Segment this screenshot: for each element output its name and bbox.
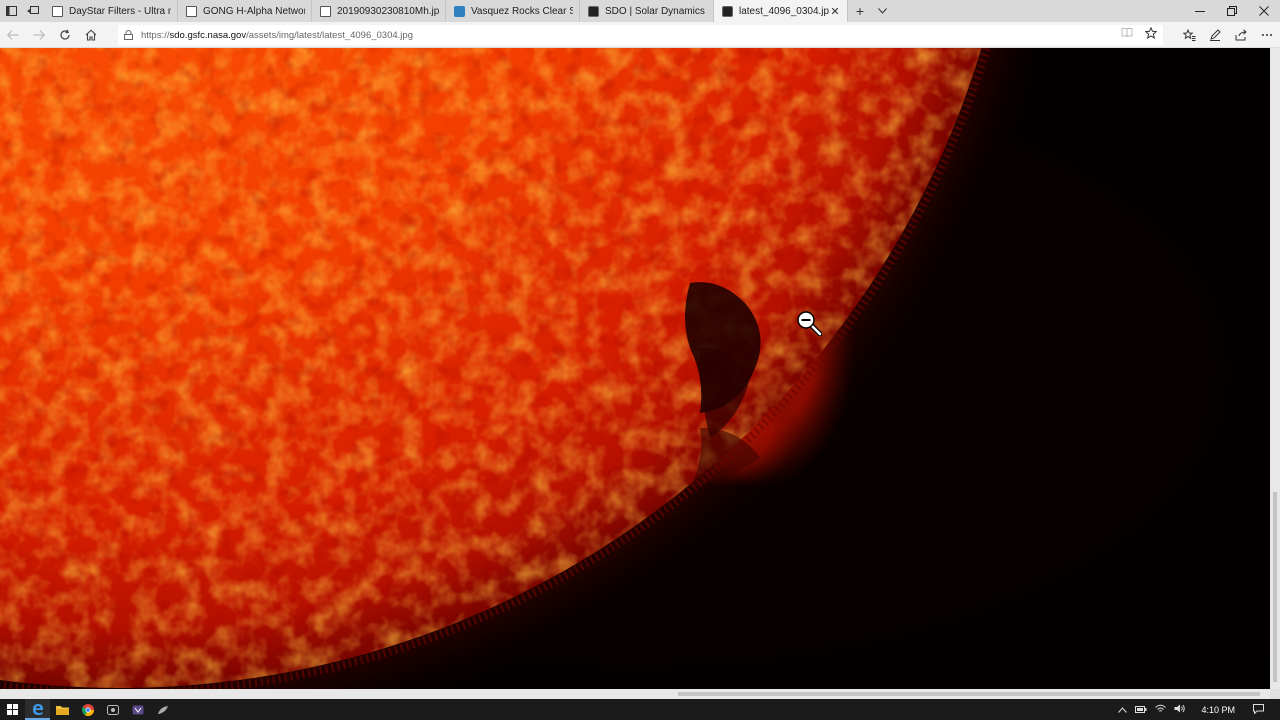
tab-title: 20190930230810Mh.jpg [337,5,439,17]
zoom-out-cursor-icon [796,310,823,337]
home-icon[interactable] [78,22,104,48]
taskbar-clock[interactable]: 4:10 PM [1201,705,1235,715]
app-icon-purple[interactable] [125,699,150,720]
pen-annotate-icon[interactable] [1202,22,1228,48]
wifi-icon[interactable] [1155,704,1167,715]
horizontal-scroll-thumb[interactable] [678,692,1260,696]
vertical-scrollbar[interactable] [1270,48,1280,689]
address-bar-actions [1121,26,1158,42]
battery-power-icon[interactable] [1135,705,1147,715]
toolbar-right [1176,22,1280,48]
restore-icon[interactable] [1216,0,1248,22]
tab-daystar[interactable]: DayStar Filters - Ultra narro [44,0,178,22]
tab-gong-image[interactable]: 20190930230810Mh.jpg [312,0,446,22]
solar-image[interactable] [0,48,1270,689]
new-tab-icon[interactable]: + [848,0,872,22]
close-window-icon[interactable] [1248,0,1280,22]
sdo-icon [588,5,599,17]
volume-icon[interactable] [1174,704,1186,715]
tab-menu-icon[interactable] [0,0,22,22]
share-icon[interactable] [1228,22,1254,48]
page-icon [186,5,197,17]
set-aside-tabs-icon[interactable] [22,0,44,22]
show-hidden-icons-chevron-icon[interactable] [1118,705,1128,715]
address-bar[interactable]: https://sdo.gsfc.nasa.gov/assets/img/lat… [118,25,1163,45]
favorite-star-icon[interactable] [1144,26,1158,42]
lock-icon[interactable] [124,30,133,40]
tab-title: latest_4096_0304.jpg [739,5,829,17]
favorites-hub-icon[interactable] [1176,22,1202,48]
app-icon-feather[interactable] [150,699,175,720]
close-tab-icon[interactable]: ✕ [829,5,841,18]
image-viewport[interactable] [0,48,1270,689]
tab-gong[interactable]: GONG H-Alpha Network M [178,0,312,22]
minimize-icon[interactable] [1184,0,1216,22]
globe-icon [454,5,465,17]
window-controls [1184,0,1280,22]
app-icon-gray[interactable] [100,699,125,720]
more-menu-icon[interactable] [1254,22,1280,48]
browser-window: DayStar Filters - Ultra narro GONG H-Alp… [0,0,1280,720]
horizontal-scrollbar[interactable] [0,689,1270,699]
reading-view-icon[interactable] [1121,27,1133,42]
refresh-icon[interactable] [52,22,78,48]
tab-bar: DayStar Filters - Ultra narro GONG H-Alp… [0,0,1280,22]
forward-icon[interactable] [26,22,52,48]
edge-browser-icon[interactable] [25,699,50,720]
tab-title: GONG H-Alpha Network M [203,5,305,17]
tab-preview-chevron-icon[interactable] [872,0,892,22]
back-icon[interactable] [0,22,26,48]
action-center-icon[interactable] [1253,703,1264,716]
url-scheme: https:// [141,29,170,41]
chrome-icon[interactable] [75,699,100,720]
page-icon [320,5,331,17]
url-host: sdo.gsfc.nasa.gov [169,29,247,41]
tab-title: Vasquez Rocks Clear Sky Ch [471,5,573,17]
file-explorer-icon[interactable] [50,699,75,720]
tab-title: DayStar Filters - Ultra narro [69,5,171,17]
navigation-bar: https://sdo.gsfc.nasa.gov/assets/img/lat… [0,22,1280,48]
sdo-icon [722,5,733,17]
system-tray: 4:10 PM [1118,703,1280,716]
scroll-corner [1270,689,1280,699]
tab-vasquez-rocks[interactable]: Vasquez Rocks Clear Sky Ch [446,0,580,22]
url-path: /assets/img/latest/latest_4096_0304.jpg [246,29,413,41]
page-icon [52,5,63,17]
vertical-scroll-thumb[interactable] [1273,492,1277,682]
tab-sdo[interactable]: SDO | Solar Dynamics Obse [580,0,714,22]
tab-latest-image[interactable]: latest_4096_0304.jpg ✕ [714,0,848,22]
tab-title: SDO | Solar Dynamics Obse [605,5,707,17]
taskbar: 4:10 PM [0,699,1280,720]
start-windows-icon[interactable] [0,699,25,720]
